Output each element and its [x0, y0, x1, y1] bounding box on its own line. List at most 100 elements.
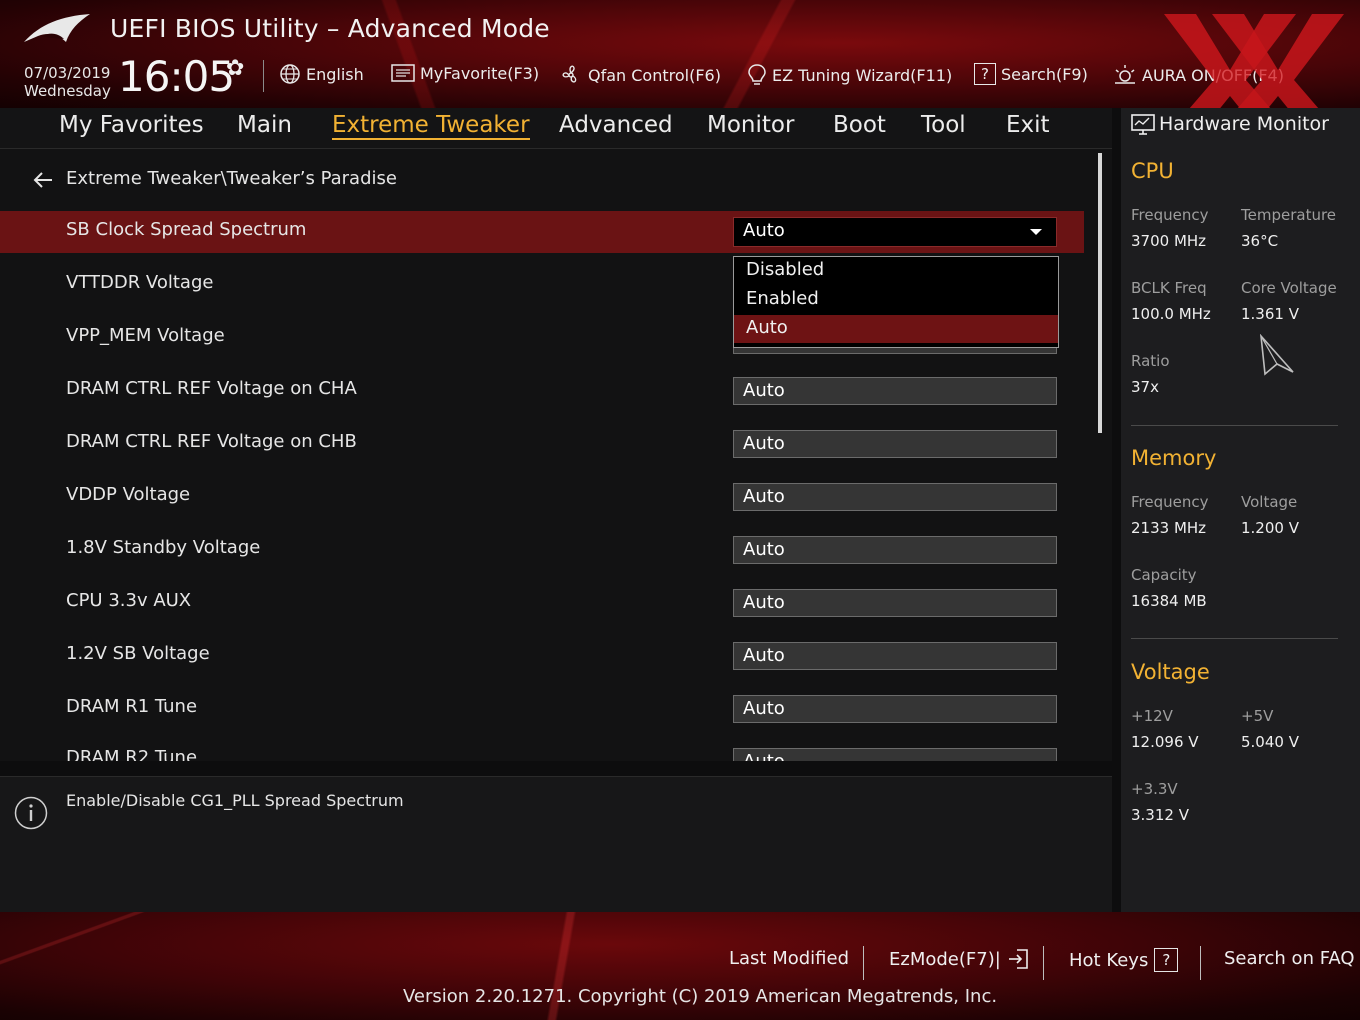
- cpu-section-title: CPU: [1131, 159, 1174, 183]
- vddp-voltage-field[interactable]: Auto: [733, 483, 1057, 511]
- info-icon: [14, 796, 48, 830]
- sb-1-2v-field[interactable]: Auto: [733, 642, 1057, 670]
- monitor-screen-icon: [1131, 114, 1155, 135]
- hot-keys-button[interactable]: Hot Keys ?: [1069, 948, 1179, 972]
- favorite-list-icon: [391, 64, 415, 82]
- breadcrumb: Extreme Tweaker\Tweaker’s Paradise: [66, 168, 397, 189]
- footer-divider: [1043, 946, 1044, 980]
- memory-capacity-label: Capacity: [1131, 566, 1197, 584]
- ezmode-label: EzMode(F7)|: [889, 948, 1001, 970]
- setting-label-cpu-3-3v-aux: CPU 3.3v AUX: [66, 590, 192, 611]
- tab-boot[interactable]: Boot: [833, 112, 886, 138]
- setting-label-dram-r1-tune: DRAM R1 Tune: [66, 696, 198, 717]
- memory-frequency-value: 2133 MHz: [1131, 519, 1207, 537]
- ezmode-button[interactable]: EzMode(F7)|: [889, 948, 1029, 970]
- version-text: Version 2.20.1271. Copyright (C) 2019 Am…: [403, 986, 998, 1007]
- hardware-monitor-panel: Hardware Monitor CPU Frequency Temperatu…: [1121, 108, 1360, 912]
- ratio-value: 37x: [1131, 378, 1159, 396]
- cpu-3-3v-aux-field[interactable]: Auto: [733, 589, 1057, 617]
- dram-r1-tune-field[interactable]: Auto: [733, 695, 1057, 723]
- tab-my-favorites[interactable]: My Favorites: [59, 112, 204, 138]
- settings-scrollbar[interactable]: [1098, 153, 1102, 433]
- fan-icon: [562, 65, 577, 83]
- dram-ctrl-ref-chb-field[interactable]: Auto: [733, 430, 1057, 458]
- ez-tuning-wizard-button[interactable]: EZ Tuning Wizard(F11): [747, 63, 952, 87]
- lightbulb-icon: [748, 64, 766, 85]
- core-voltage-value: 1.361 V: [1241, 305, 1299, 323]
- search-button[interactable]: ? Search(F9): [974, 63, 1088, 85]
- clock-settings-gear-icon[interactable]: ✿: [226, 56, 244, 81]
- cpu-temperature-label: Temperature: [1241, 206, 1337, 224]
- search-label: Search(F9): [1001, 64, 1088, 84]
- last-modified-label: Last Modified: [729, 948, 850, 969]
- option-disabled[interactable]: Disabled: [734, 257, 1058, 285]
- cpu-temperature-value: 36°C: [1241, 232, 1279, 250]
- ratio-label: Ratio: [1131, 352, 1170, 370]
- footer-divider: [863, 946, 864, 980]
- tab-extreme-tweaker[interactable]: Extreme Tweaker: [332, 112, 530, 140]
- option-enabled[interactable]: Enabled: [734, 286, 1058, 314]
- tab-tool[interactable]: Tool: [921, 112, 966, 138]
- v33-label: +3.3V: [1131, 780, 1178, 798]
- globe-icon: [280, 64, 300, 84]
- language-label: English: [306, 64, 364, 84]
- sb-clock-spread-spectrum-select[interactable]: Auto: [733, 217, 1057, 247]
- qfan-label: Qfan Control(F6): [588, 65, 721, 85]
- setting-label-vttddr-voltage: VTTDDR Voltage: [66, 272, 214, 293]
- rog-logo-icon: [24, 14, 90, 42]
- cpu-frequency-value: 3700 MHz: [1131, 232, 1207, 250]
- memory-voltage-value: 1.200 V: [1241, 519, 1299, 537]
- memory-section-title: Memory: [1131, 446, 1217, 470]
- search-faq-label: Search on FAQ: [1224, 948, 1355, 969]
- dram-ctrl-ref-cha-field[interactable]: Auto: [733, 377, 1057, 405]
- setting-label-vpp-mem-voltage: VPP_MEM Voltage: [66, 325, 225, 346]
- core-voltage-label: Core Voltage: [1241, 279, 1337, 297]
- memory-voltage-label: Voltage: [1241, 493, 1298, 511]
- main-menu-tabs: My Favorites Main Extreme Tweaker Advanc…: [0, 108, 1112, 149]
- search-question-icon: ?: [974, 63, 996, 85]
- exit-arrow-icon: [1008, 949, 1028, 969]
- footer-bar: Last Modified EzMode(F7)| Hot Keys ? Sea…: [0, 912, 1360, 1020]
- hw-divider: [1131, 425, 1338, 426]
- setting-label-sb-clock-spread-spectrum: SB Clock Spread Spectrum: [66, 219, 307, 240]
- help-panel: Enable/Disable CG1_PLL Spread Spectrum: [0, 776, 1112, 913]
- dram-r2-tune-field[interactable]: Auto: [733, 748, 1057, 761]
- back-arrow-icon[interactable]: [32, 169, 54, 191]
- last-modified-button[interactable]: Last Modified: [729, 948, 849, 969]
- bclk-label: BCLK Freq: [1131, 279, 1207, 297]
- settings-panel: Extreme Tweaker\Tweaker’s Paradise SB Cl…: [0, 149, 1112, 761]
- myfavorite-label: MyFavorite(F3): [420, 63, 540, 83]
- chevron-down-icon: [1030, 229, 1042, 235]
- clock-display: 16:05: [118, 52, 235, 101]
- tab-exit[interactable]: Exit: [1006, 112, 1050, 138]
- search-faq-button[interactable]: Search on FAQ: [1224, 948, 1355, 969]
- v33-value: 3.312 V: [1131, 806, 1189, 824]
- footer-divider: [1200, 946, 1201, 980]
- setting-label-vddp-voltage: VDDP Voltage: [66, 484, 191, 505]
- tab-main[interactable]: Main: [237, 112, 292, 138]
- setting-label-dram-ctrl-ref-cha: DRAM CTRL REF Voltage on CHA: [66, 378, 357, 399]
- voltage-section-title: Voltage: [1131, 660, 1210, 684]
- bclk-value: 100.0 MHz: [1131, 305, 1211, 323]
- memory-capacity-value: 16384 MB: [1131, 592, 1207, 610]
- setting-label-1-8v-standby: 1.8V Standby Voltage: [66, 537, 261, 558]
- setting-label-1-2v-sb: 1.2V SB Voltage: [66, 643, 210, 664]
- weekday-text: Wednesday: [24, 82, 111, 100]
- question-mark-icon: ?: [1154, 948, 1179, 972]
- aura-light-icon: [1115, 65, 1135, 84]
- memory-frequency-label: Frequency: [1131, 493, 1209, 511]
- tab-monitor[interactable]: Monitor: [707, 112, 794, 138]
- hot-keys-label: Hot Keys: [1069, 949, 1149, 971]
- standby-1-8v-field[interactable]: Auto: [733, 536, 1057, 564]
- cpu-frequency-label: Frequency: [1131, 206, 1209, 224]
- header-bar: UEFI BIOS Utility – Advanced Mode 07/03/…: [0, 0, 1360, 108]
- qfan-control-button[interactable]: Qfan Control(F6): [559, 63, 721, 87]
- myfavorite-button[interactable]: MyFavorite(F3): [391, 63, 539, 83]
- help-text: Enable/Disable CG1_PLL Spread Spectrum: [66, 791, 404, 810]
- option-auto[interactable]: Auto: [734, 315, 1058, 343]
- v12-label: +12V: [1131, 707, 1173, 725]
- hardware-monitor-title: Hardware Monitor: [1159, 113, 1329, 135]
- language-button[interactable]: English: [279, 63, 364, 85]
- setting-label-dram-r2-tune: DRAM R2 Tune: [66, 747, 198, 761]
- tab-advanced[interactable]: Advanced: [559, 112, 673, 138]
